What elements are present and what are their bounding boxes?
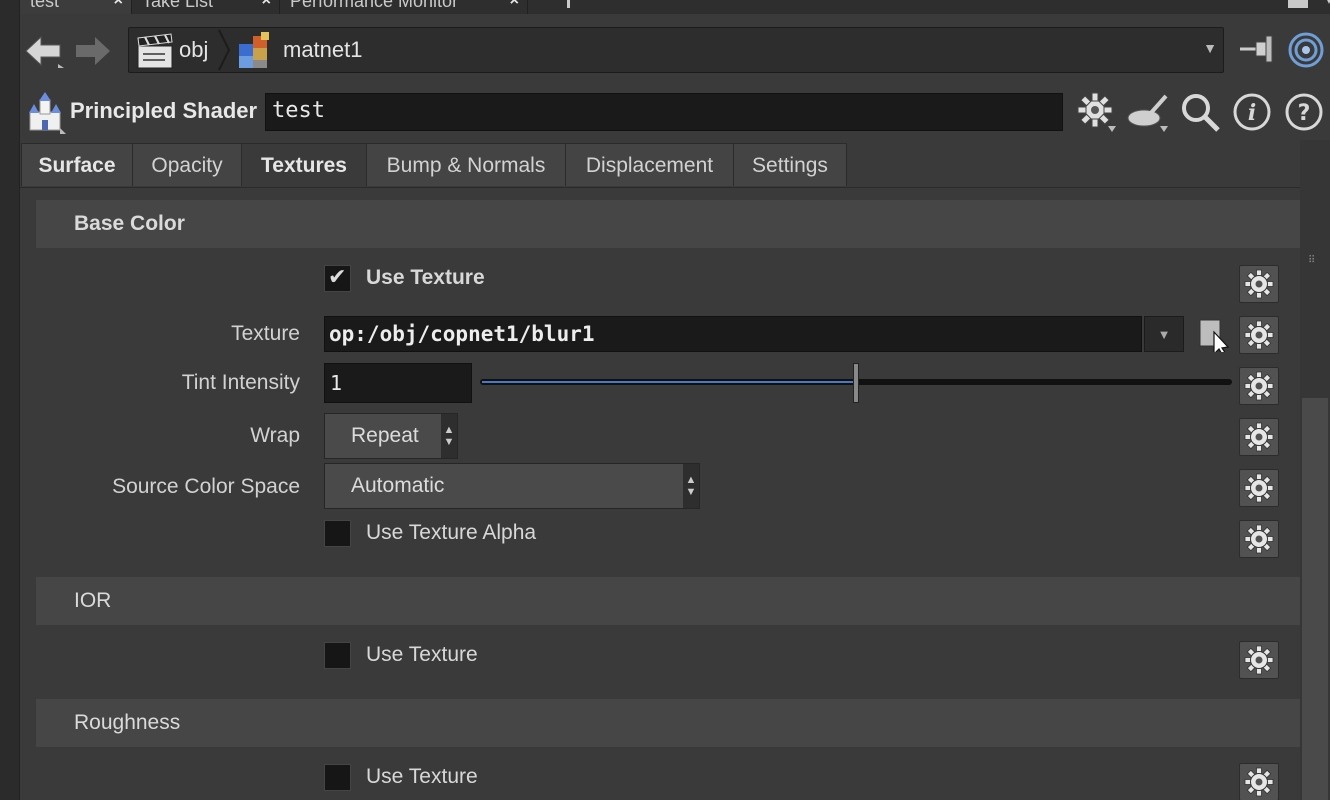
section-header-ior[interactable]: IOR (36, 577, 1300, 625)
gear-icon[interactable] (1239, 418, 1279, 456)
material-palette-icon[interactable] (1126, 90, 1170, 134)
path-dropdown-icon[interactable]: ▼ (1203, 40, 1217, 56)
link-channel-icon[interactable] (1288, 32, 1324, 68)
pane-tab-performance-monitor[interactable]: Performance Monitor × (280, 0, 528, 14)
gear-icon[interactable] (1239, 316, 1279, 354)
node-type-label: Principled Shader (70, 98, 258, 123)
chevron-down-icon[interactable]: ▾ (1326, 0, 1330, 7)
navigation-bar: obj matnet1 ▼ (20, 22, 1330, 76)
close-icon[interactable]: × (262, 0, 271, 10)
pane-tab-label: Take List (142, 0, 214, 11)
resize-grip-icon[interactable]: ⠿ (1308, 256, 1316, 278)
gear-icon[interactable] (1239, 265, 1279, 303)
search-icon[interactable] (1178, 90, 1222, 134)
slider-fill (482, 381, 856, 383)
section-body-base-color (36, 248, 1300, 576)
path-separator-icon (218, 29, 231, 71)
path-bar[interactable]: obj matnet1 ▼ (128, 27, 1224, 73)
up-down-arrows-icon: ▲ ▼ (441, 414, 457, 458)
gear-icon[interactable] (1239, 763, 1279, 800)
ior-use-texture-label: Use Texture (366, 643, 478, 666)
tab-displacement[interactable]: Displacement (565, 143, 734, 186)
node-name-field[interactable]: test (265, 93, 1063, 131)
pane-tab-test[interactable]: test × (20, 0, 132, 14)
texture-path-field[interactable]: op:/obj/copnet1/blur1 (324, 316, 1142, 352)
section-body-ior (36, 625, 1300, 697)
material-network-icon (239, 32, 269, 68)
file-chooser-icon[interactable] (1196, 318, 1230, 352)
tab-opacity[interactable]: Opacity (132, 143, 242, 186)
close-icon[interactable]: × (510, 0, 519, 10)
pane-tab-bar: test × Take List × Performance Monitor ×… (20, 0, 1330, 14)
path-item-obj[interactable]: obj (179, 28, 208, 72)
parameter-header: Principled Shader test i ? (20, 86, 1330, 138)
roughness-use-texture-checkbox[interactable] (324, 764, 351, 791)
tab-textures[interactable]: Textures (241, 143, 367, 186)
section-body-roughness (36, 747, 1300, 800)
chevron-down-icon[interactable]: ▼ (1144, 316, 1184, 352)
parameter-tabs: Surface Opacity Textures Bump & Normals … (20, 140, 1300, 188)
source-color-space-label: Source Color Space (112, 475, 300, 498)
gear-icon[interactable] (1239, 520, 1279, 558)
texture-label: Texture (231, 322, 300, 345)
roughness-use-texture-label: Use Texture (366, 765, 478, 788)
tint-intensity-field[interactable]: 1 (324, 363, 472, 403)
slider-handle[interactable] (853, 363, 859, 403)
ior-use-texture-checkbox[interactable] (324, 642, 351, 669)
wrap-menu[interactable]: Repeat ▲ ▼ (324, 413, 458, 459)
left-edge-strip (0, 0, 20, 800)
help-icon[interactable]: ? (1282, 90, 1326, 134)
tab-settings[interactable]: Settings (733, 143, 847, 186)
wrap-label: Wrap (250, 424, 300, 447)
path-item-matnet1[interactable]: matnet1 (283, 28, 363, 72)
pane-tab-label: test (30, 0, 60, 11)
tab-bump-normals[interactable]: Bump & Normals (366, 143, 566, 186)
source-color-space-value: Automatic (351, 474, 445, 497)
use-texture-alpha-checkbox[interactable] (324, 520, 351, 547)
clapboard-icon (137, 33, 173, 69)
use-texture-label: Use Texture (366, 266, 485, 289)
use-texture-checkbox[interactable] (324, 264, 351, 292)
svg-text:i: i (1248, 100, 1256, 126)
pane-tab-take-list[interactable]: Take List × (132, 0, 280, 14)
info-icon[interactable]: i (1230, 90, 1274, 134)
gear-icon[interactable] (1239, 469, 1279, 507)
pin-icon[interactable] (1238, 34, 1278, 64)
wrap-value: Repeat (351, 424, 419, 447)
up-down-arrows-icon: ▲ ▼ (683, 464, 699, 508)
section-header-roughness[interactable]: Roughness (36, 699, 1300, 747)
parameter-pane: test × Take List × Performance Monitor ×… (0, 0, 1330, 800)
add-tab-icon[interactable] (567, 0, 570, 8)
svg-text:?: ? (1298, 101, 1311, 126)
gear-icon[interactable] (1239, 641, 1279, 679)
section-header-base-color[interactable]: Base Color (36, 200, 1300, 248)
use-texture-alpha-label: Use Texture Alpha (366, 521, 537, 544)
principled-shader-icon[interactable] (24, 92, 68, 134)
scrollbar-thumb[interactable] (1302, 398, 1328, 800)
source-color-space-menu[interactable]: Automatic ▲ ▼ (324, 463, 700, 509)
forward-arrow-icon[interactable] (72, 34, 112, 68)
gear-icon[interactable] (1239, 367, 1279, 405)
tint-intensity-label: Tint Intensity (181, 371, 300, 394)
back-arrow-icon[interactable] (24, 34, 64, 68)
tab-surface[interactable]: Surface (21, 143, 133, 186)
gear-menu-icon[interactable] (1074, 90, 1118, 134)
pane-menu-icon[interactable] (1288, 0, 1308, 8)
pane-tab-label: Performance Monitor (290, 0, 459, 11)
close-icon[interactable]: × (114, 0, 123, 10)
